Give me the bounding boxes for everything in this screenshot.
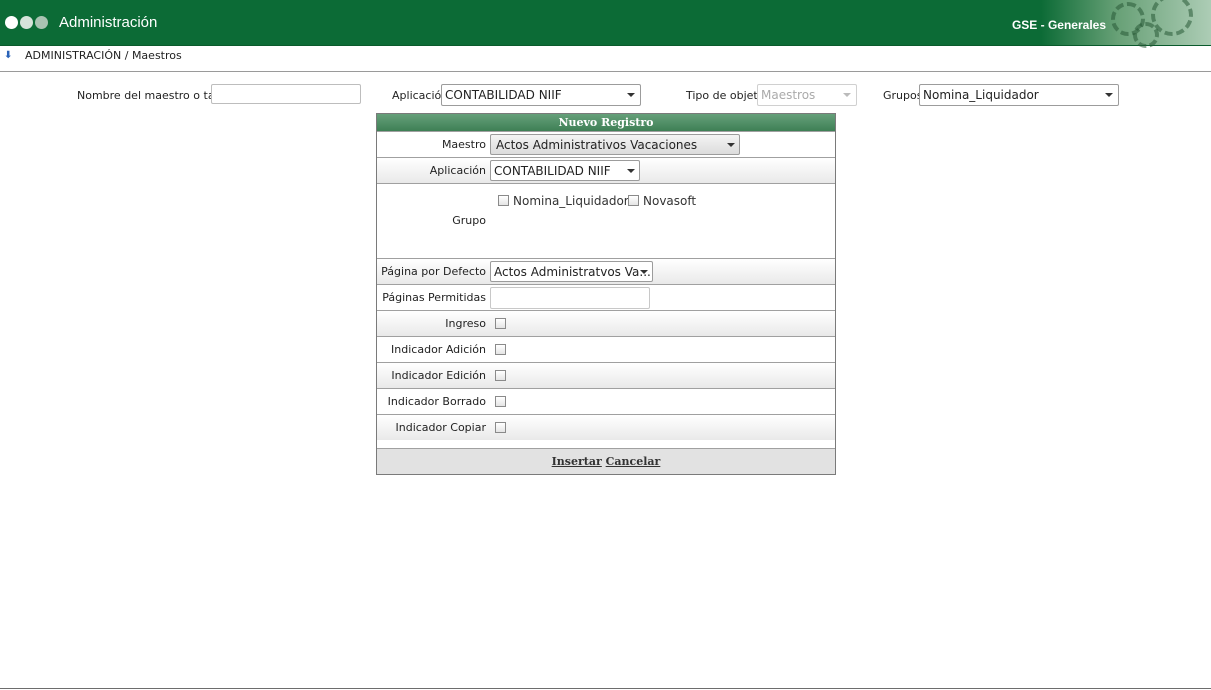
chevron-down-icon: [843, 93, 851, 97]
aplicacion-filter-value: CONTABILIDAD NIIF: [445, 88, 562, 102]
borrado-label: Indicador Borrado: [387, 395, 486, 408]
grupo-option-label: Novasoft: [643, 194, 697, 208]
borrado-checkbox[interactable]: [495, 396, 506, 407]
checkbox-icon[interactable]: [628, 195, 639, 206]
aplicacion-filter-label: Aplicación: [392, 89, 449, 102]
company-name: GSE - Generales: [1011, 18, 1106, 32]
grupo-label: Grupo: [452, 214, 486, 227]
window-dots: [5, 16, 50, 32]
grupo-option-novasoft[interactable]: Novasoft: [628, 194, 696, 208]
aplicacion-row: Aplicación CONTABILIDAD NIIF: [377, 157, 835, 183]
adicion-checkbox[interactable]: [495, 344, 506, 355]
adicion-label: Indicador Adición: [391, 343, 486, 356]
bottom-divider: [0, 688, 1211, 689]
borrado-row: Indicador Borrado: [377, 388, 835, 414]
ingreso-row: Ingreso: [377, 310, 835, 336]
panel-title: Nuevo Registro: [377, 114, 835, 131]
form-actions: Insertar Cancelar: [377, 448, 835, 474]
grupo-option-label: Nomina_Liquidador: [513, 194, 629, 208]
nombre-maestro-label: Nombre del maestro o tabla: [77, 89, 232, 102]
paginas-permitidas-row: Páginas Permitidas: [377, 284, 835, 310]
aplicacion-select[interactable]: CONTABILIDAD NIIF: [490, 160, 640, 181]
maestro-row: Maestro Actos Administrativos Vacaciones: [377, 131, 835, 157]
dot-icon: [35, 16, 48, 29]
app-title: Administración: [59, 14, 158, 31]
adicion-row: Indicador Adición: [377, 336, 835, 362]
grupo-option-nomina[interactable]: Nomina_Liquidador: [498, 194, 629, 208]
edicion-row: Indicador Edición: [377, 362, 835, 388]
top-header: Administración GSE - Generales: [0, 0, 1211, 48]
tipo-objeto-value: Maestros: [761, 88, 816, 102]
maestro-select[interactable]: Actos Administrativos Vacaciones: [490, 134, 740, 155]
aplicacion-label: Aplicación: [429, 164, 486, 177]
copiar-row: Indicador Copiar: [377, 414, 835, 440]
chevron-down-icon: [727, 143, 735, 147]
ingreso-checkbox[interactable]: [495, 318, 506, 329]
aplicacion-filter-select[interactable]: CONTABILIDAD NIIF: [441, 84, 641, 106]
maestro-label: Maestro: [441, 138, 486, 151]
nuevo-registro-panel: Nuevo Registro Maestro Actos Administrat…: [376, 113, 836, 475]
edicion-label: Indicador Edición: [391, 369, 486, 382]
info-arrow-icon[interactable]: ⬇: [4, 50, 13, 62]
cancelar-link[interactable]: Cancelar: [606, 455, 661, 468]
dot-icon: [20, 16, 33, 29]
chevron-down-icon: [627, 169, 635, 173]
nombre-maestro-input[interactable]: [211, 84, 361, 104]
ingreso-label: Ingreso: [445, 317, 486, 330]
paginas-permitidas-input[interactable]: [490, 287, 650, 309]
copiar-checkbox[interactable]: [495, 422, 506, 433]
paginas-permitidas-label: Páginas Permitidas: [382, 291, 486, 304]
breadcrumb: ADMINISTRACIÓN / Maestros: [25, 49, 182, 62]
chevron-down-icon: [627, 93, 635, 97]
maestro-value: Actos Administrativos Vacaciones: [496, 138, 698, 152]
pagina-defecto-select[interactable]: Actos Administratvos Va...: [490, 261, 653, 282]
chevron-down-icon: [1105, 93, 1113, 97]
pagina-defecto-value: Actos Administratvos Va...: [494, 265, 651, 279]
checkbox-icon[interactable]: [498, 195, 509, 206]
edicion-checkbox[interactable]: [495, 370, 506, 381]
chevron-down-icon: [640, 270, 648, 274]
dot-icon: [5, 16, 18, 29]
tipo-objeto-select: Maestros: [757, 84, 857, 106]
aplicacion-value: CONTABILIDAD NIIF: [494, 164, 611, 178]
grupos-filter-value: Nomina_Liquidador: [923, 88, 1039, 102]
insertar-link[interactable]: Insertar: [552, 455, 602, 468]
copiar-label: Indicador Copiar: [395, 421, 487, 434]
grupos-filter-label: Grupos: [883, 89, 923, 102]
grupos-filter-select[interactable]: Nomina_Liquidador: [919, 84, 1119, 106]
pagina-defecto-row: Página por Defecto Actos Administratvos …: [377, 258, 835, 284]
grupo-row: Grupo Nomina_Liquidador Novasoft: [377, 183, 835, 258]
tipo-objeto-label: Tipo de objeto: [686, 89, 765, 102]
pagina-defecto-label: Página por Defecto: [381, 265, 486, 278]
breadcrumb-bar: ⬇ ADMINISTRACIÓN / Maestros: [0, 46, 1211, 72]
